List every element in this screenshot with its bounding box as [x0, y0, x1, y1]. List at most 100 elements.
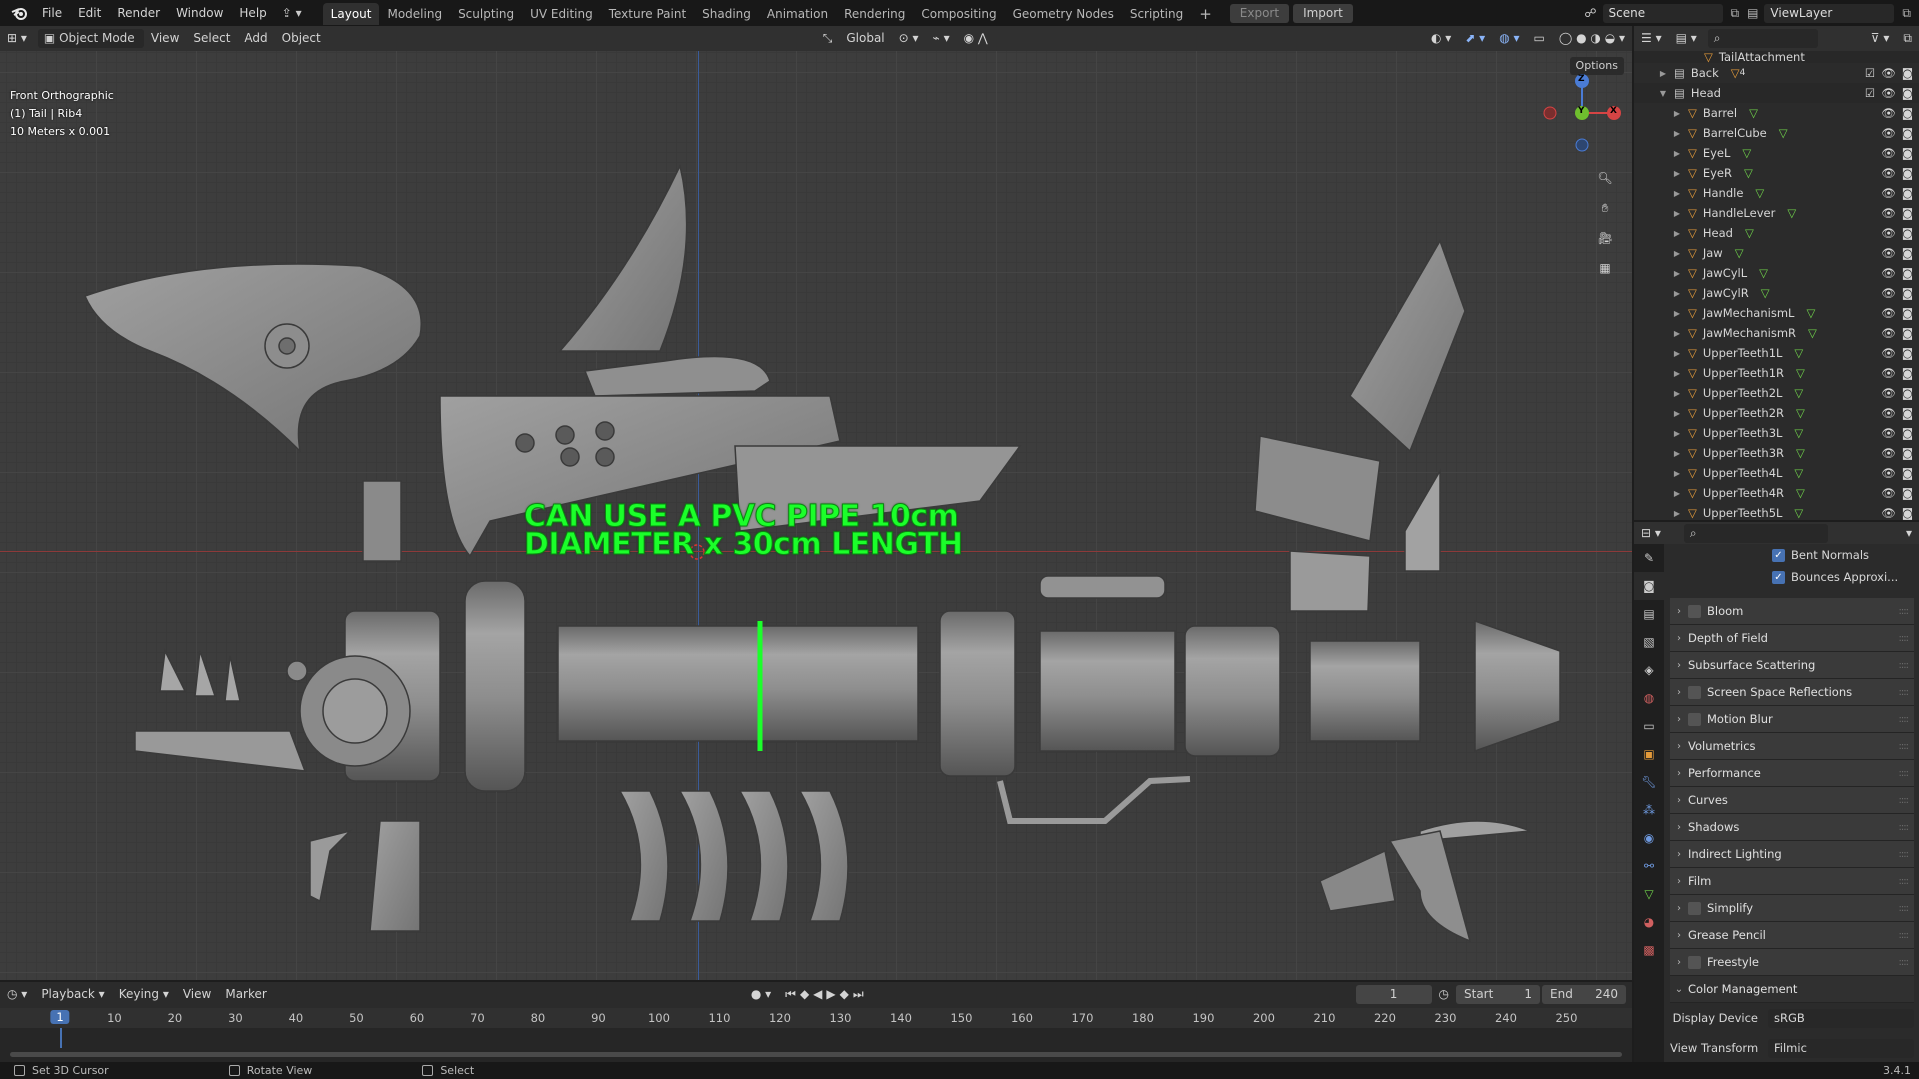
render-camera-icon[interactable]: ◙ [1902, 266, 1913, 280]
new-view-layer-icon[interactable]: ⧉ [1902, 6, 1911, 21]
eye-icon[interactable]: 👁︎ [1881, 346, 1896, 360]
object-tab-icon[interactable]: ▣ [1634, 740, 1664, 768]
visibility-icon[interactable]: ◐ ▾ [1424, 29, 1458, 48]
expand-arrow-icon[interactable]: ▶ [1672, 489, 1682, 498]
outliner-row[interactable]: ▶ ▽ HandleLever ▽ 👁︎ ◙ [1634, 203, 1919, 223]
tab-animation[interactable]: Animation [759, 3, 836, 25]
eye-icon[interactable]: 👁︎ [1881, 266, 1896, 280]
render-camera-icon[interactable]: ◙ [1902, 66, 1913, 80]
outliner-row[interactable]: ▶ ▽ UpperTeeth4L ▽ 👁︎ ◙ [1634, 463, 1919, 483]
outliner-row[interactable]: ▶ ▽ UpperTeeth2R ▽ 👁︎ ◙ [1634, 403, 1919, 423]
render-camera-icon[interactable]: ◙ [1902, 86, 1913, 100]
3d-viewport[interactable]: ▣▣▣▣▣ Options Front Orthographic (1) Tai… [0, 51, 1632, 980]
orientation-selector[interactable]: Global [839, 29, 891, 48]
eye-icon[interactable]: 👁︎ [1881, 386, 1896, 400]
display-mode-icon[interactable]: ▤ ▾ [1669, 29, 1704, 48]
render-camera-icon[interactable]: ◙ [1902, 186, 1913, 200]
expand-arrow-icon[interactable]: ▶ [1672, 389, 1682, 398]
current-frame-field[interactable]: 1 [1355, 985, 1432, 1004]
eye-icon[interactable]: 👁︎ [1881, 206, 1896, 220]
constraints-tab-icon[interactable]: ⚯ [1634, 852, 1664, 880]
drag-handle-icon[interactable]: :::: [1899, 849, 1910, 860]
drag-handle-icon[interactable]: :::: [1899, 633, 1910, 644]
timeline-track[interactable] [0, 1028, 1632, 1062]
drag-handle-icon[interactable]: :::: [1899, 660, 1910, 671]
render-camera-icon[interactable]: ◙ [1902, 446, 1913, 460]
tab-layout[interactable]: Layout [322, 3, 380, 25]
render-camera-icon[interactable]: ◙ [1902, 386, 1913, 400]
data-tab-icon[interactable]: ▽ [1634, 880, 1664, 908]
timeline-editor-icon[interactable]: ◷ ▾ [0, 985, 34, 1004]
render-camera-icon[interactable]: ◙ [1902, 166, 1913, 180]
eye-icon[interactable]: 👁︎ [1881, 446, 1896, 460]
outliner-row[interactable]: ▶ ▽ UpperTeeth1R ▽ 👁︎ ◙ [1634, 363, 1919, 383]
outliner-row[interactable]: ▶ ▽ JawMechanismL ▽ 👁︎ ◙ [1634, 303, 1919, 323]
eye-icon[interactable]: 👁︎ [1881, 226, 1896, 240]
menu-keying[interactable]: Keying ▾ [112, 985, 176, 1004]
expand-arrow-icon[interactable]: ▶ [1672, 349, 1682, 358]
panel-subsurface-scattering[interactable]: › Subsurface Scattering:::: [1670, 652, 1914, 679]
panel-simplify[interactable]: › Simplify:::: [1670, 895, 1914, 922]
panel-shadows[interactable]: › Shadows:::: [1670, 814, 1914, 841]
proportional-edit-icon[interactable]: ◉ ⋀ [957, 29, 995, 48]
eye-icon[interactable]: 👁︎ [1881, 186, 1896, 200]
mode-selector[interactable]: ▣ Object Mode ▾ [37, 29, 144, 64]
start-frame-field[interactable]: Start 1 [1456, 985, 1540, 1004]
expand-arrow-icon[interactable]: ▶ [1672, 149, 1682, 158]
expand-arrow-icon[interactable]: ▶ [1672, 269, 1682, 278]
render-camera-icon[interactable]: ◙ [1902, 226, 1913, 240]
eye-icon[interactable]: 👁︎ [1881, 246, 1896, 260]
tab-scripting[interactable]: Scripting [1122, 3, 1191, 25]
outliner-row[interactable]: ▶ ▽ UpperTeeth3R ▽ 👁︎ ◙ [1634, 443, 1919, 463]
menu-help[interactable]: Help [231, 0, 274, 26]
checkbox-icon[interactable] [1688, 955, 1701, 969]
render-camera-icon[interactable]: ◙ [1902, 206, 1913, 220]
snap-icon[interactable]: ⌁ ▾ [926, 29, 957, 48]
tab-compositing[interactable]: Compositing [913, 3, 1004, 25]
render-camera-icon[interactable]: ◙ [1902, 506, 1913, 520]
menu-edit[interactable]: Edit [70, 0, 109, 26]
checkbox-icon[interactable] [1688, 901, 1701, 915]
particles-tab-icon[interactable]: ⁂ [1634, 796, 1664, 824]
modifier-tab-icon[interactable]: 🔧︎ [1634, 768, 1664, 796]
camera-icon[interactable]: 🎥︎ [1592, 225, 1618, 251]
outliner-row[interactable]: ▶ ▽ Head ▽ 👁︎ ◙ [1634, 223, 1919, 243]
material-tab-icon[interactable]: ◕ [1634, 908, 1664, 936]
render-camera-icon[interactable]: ◙ [1902, 246, 1913, 260]
eye-icon[interactable]: 👁︎ [1881, 166, 1896, 180]
outliner-row[interactable]: ▶ ▽ Jaw ▽ 👁︎ ◙ [1634, 243, 1919, 263]
view-layer-selector[interactable]: ViewLayer [1764, 3, 1895, 23]
drag-handle-icon[interactable]: :::: [1899, 687, 1910, 698]
panel-screen-space-reflections[interactable]: › Screen Space Reflections:::: [1670, 679, 1914, 706]
editor-type-button[interactable]: ⊞ ▾ [0, 29, 34, 48]
menu-add[interactable]: Add [237, 29, 274, 48]
drag-handle-icon[interactable]: :::: [1899, 795, 1910, 806]
eye-icon[interactable]: 👁︎ [1881, 366, 1896, 380]
checkbox-icon[interactable]: ✓ [1772, 570, 1785, 584]
checkbox-icon[interactable]: ☑ [1865, 66, 1875, 80]
menu-marker[interactable]: Marker [218, 985, 273, 1004]
filter-icon[interactable]: ⊽ ▾ [1864, 29, 1897, 48]
texture-tab-icon[interactable]: ▩ [1634, 936, 1664, 964]
render-camera-icon[interactable]: ◙ [1902, 306, 1913, 320]
panel-depth-of-field[interactable]: › Depth of Field:::: [1670, 625, 1914, 652]
outliner-search-input[interactable]: ⌕ [1707, 29, 1818, 48]
eye-icon[interactable]: 👁︎ [1881, 326, 1896, 340]
outliner-row[interactable]: ▶ ▽ UpperTeeth4R ▽ 👁︎ ◙ [1634, 483, 1919, 503]
expand-arrow-icon[interactable]: ▶ [1672, 429, 1682, 438]
expand-arrow-icon[interactable]: ▶ [1672, 369, 1682, 378]
expand-arrow-icon[interactable]: ▶ [1672, 189, 1682, 198]
timeline-scrollbar[interactable] [10, 1052, 1622, 1057]
menu-playback[interactable]: Playback ▾ [34, 985, 111, 1004]
menu-render[interactable]: Render [109, 0, 168, 26]
drag-handle-icon[interactable]: :::: [1899, 606, 1910, 617]
outliner-row[interactable]: ▶ ▽ EyeL ▽ 👁︎ ◙ [1634, 143, 1919, 163]
gizmo-icon[interactable]: ⬈ ▾ [1458, 29, 1492, 48]
import-button[interactable]: Import [1293, 3, 1353, 23]
render-camera-icon[interactable]: ◙ [1902, 466, 1913, 480]
checkbox-icon[interactable]: ☑ [1865, 86, 1875, 100]
view-transform-select[interactable]: Filmic [1768, 1038, 1914, 1058]
drag-handle-icon[interactable]: :::: [1899, 957, 1910, 968]
eye-icon[interactable]: 👁︎ [1881, 66, 1896, 80]
tab-texture-paint[interactable]: Texture Paint [601, 3, 694, 25]
